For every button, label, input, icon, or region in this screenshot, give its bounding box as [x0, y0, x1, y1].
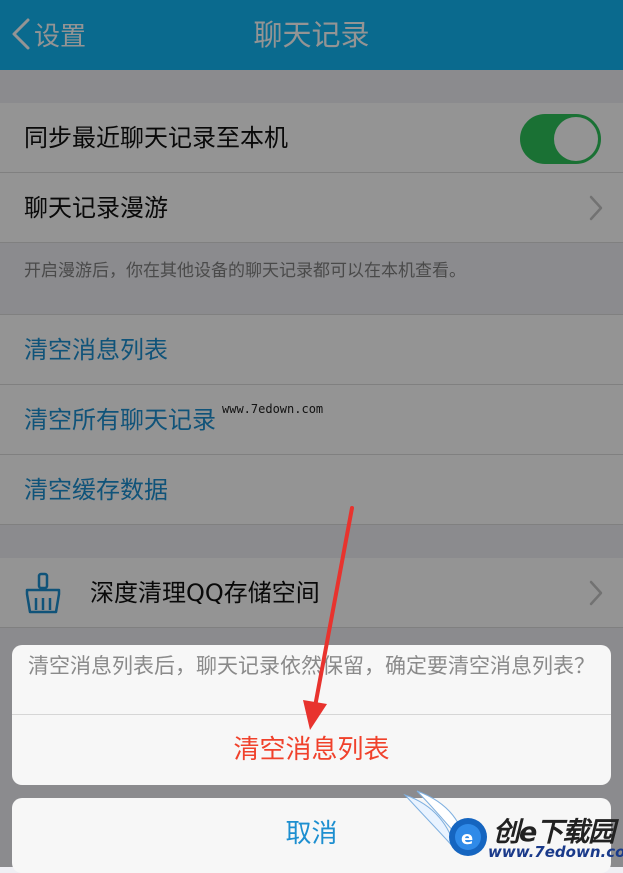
action-sheet: 清空消息列表后，聊天记录依然保留，确定要清空消息列表？ 清空消息列表: [12, 645, 611, 785]
action-sheet-message: 清空消息列表后，聊天记录依然保留，确定要清空消息列表？: [12, 645, 611, 715]
confirm-clear-button[interactable]: 清空消息列表: [12, 715, 611, 785]
logo-url: www.7edown.com: [488, 843, 623, 861]
screen: 聊天记录 设置 同步最近聊天记录至本机 聊天记录漫游 开启漫游后，你在其他设备的…: [0, 0, 623, 873]
svg-text:e: e: [461, 828, 473, 849]
